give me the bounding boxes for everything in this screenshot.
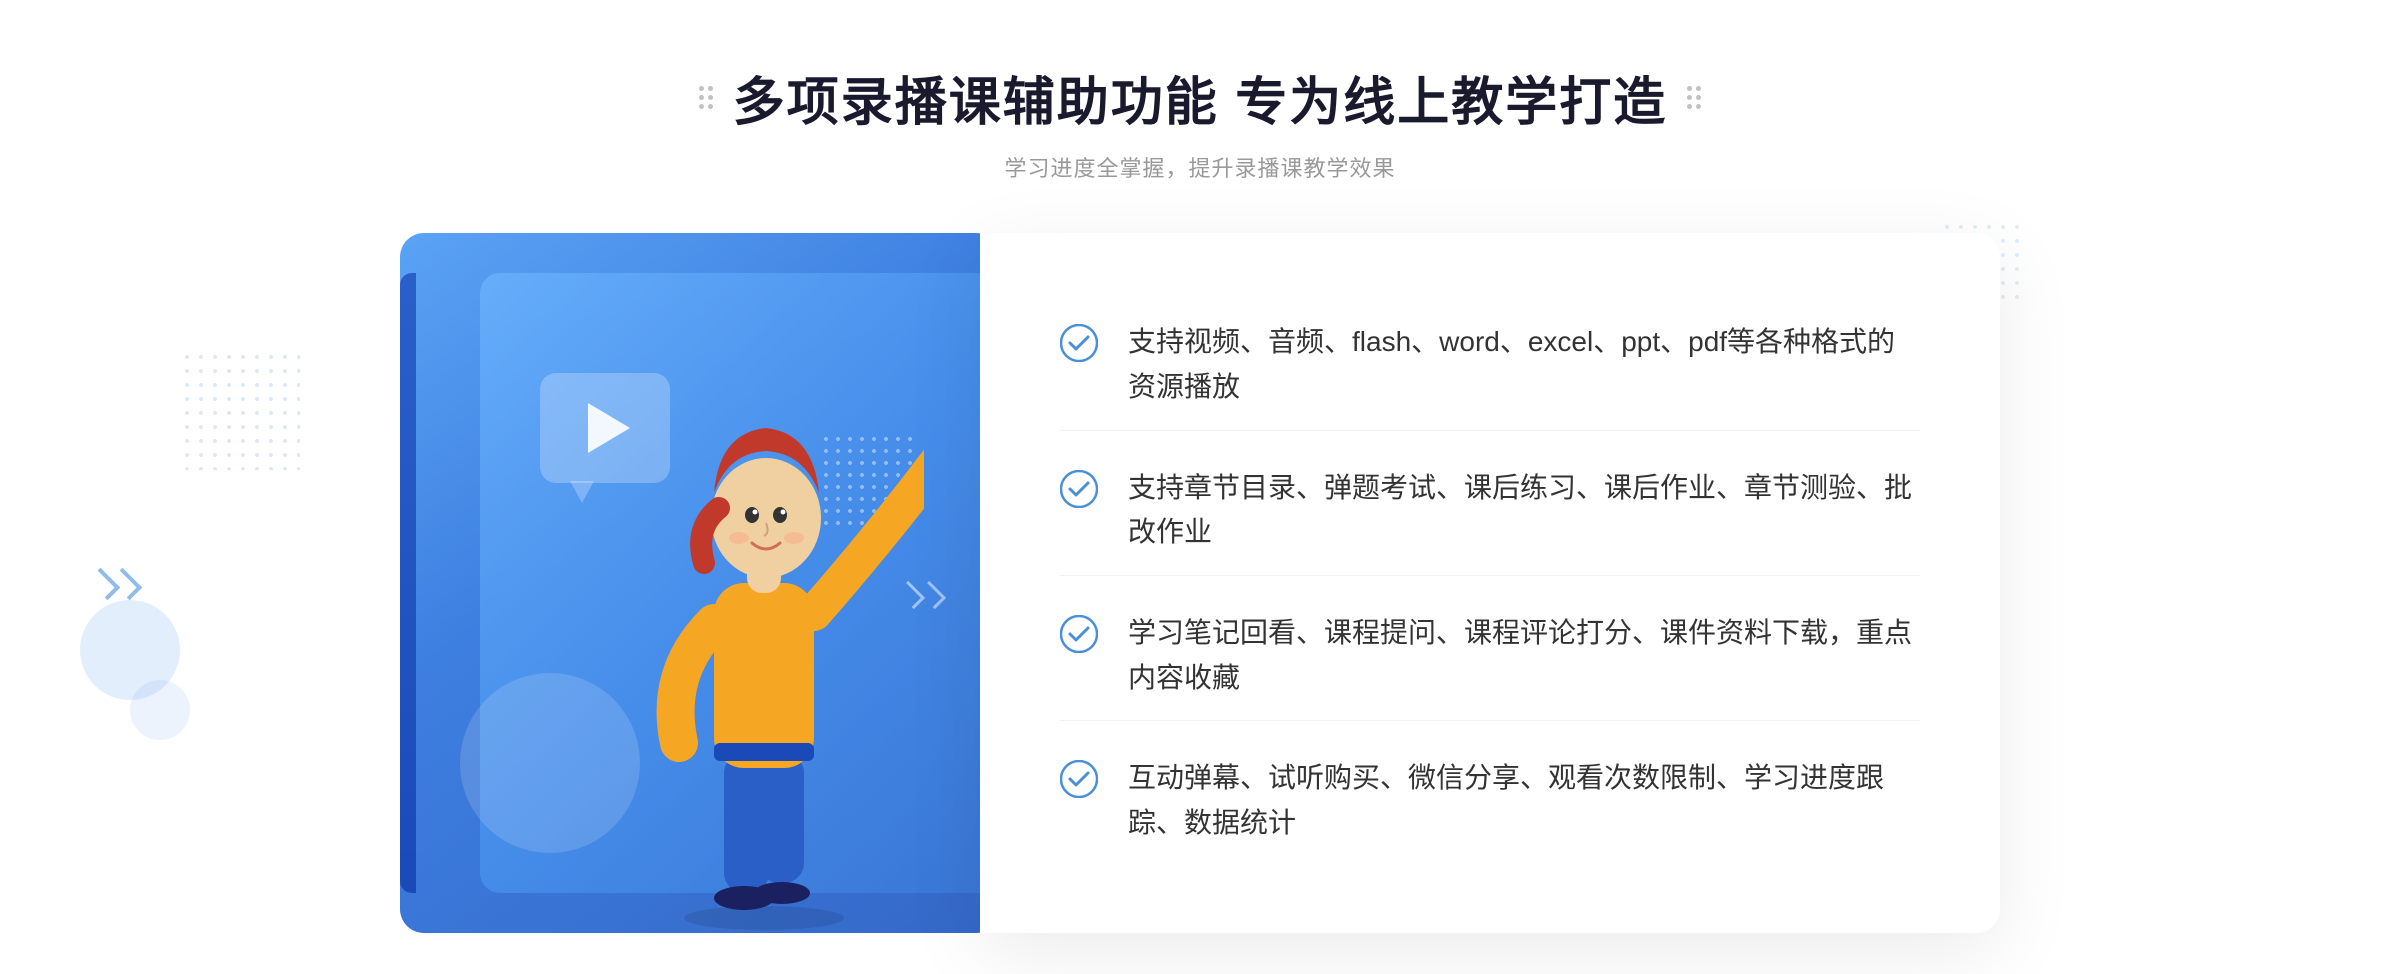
feature-item-2: 支持章节目录、弹题考试、课后练习、课后作业、章节测验、批改作业 (1060, 446, 1920, 577)
header-section: 多项录播课辅助功能 专为线上教学打造 学习进度全掌握，提升录播课教学效果 (699, 60, 1701, 183)
page-subtitle: 学习进度全掌握，提升录播课教学效果 (699, 151, 1701, 183)
check-icon-2 (1060, 470, 1098, 508)
chevrons-decoration (95, 570, 135, 598)
check-icon-3 (1060, 615, 1098, 653)
person-illustration (604, 353, 924, 933)
feature-item-3: 学习笔记回看、课程提问、课程评论打分、课件资料下载，重点内容收藏 (1060, 591, 1920, 722)
check-icon-1 (1060, 324, 1098, 362)
stripe-bar (400, 273, 416, 893)
page-title: 多项录播课辅助功能 专为线上教学打造 (733, 60, 1667, 135)
check-icon-4 (1060, 760, 1098, 798)
right-panel: 支持视频、音频、flash、word、excel、ppt、pdf等各种格式的资源… (980, 233, 2000, 933)
chevron-2 (110, 568, 143, 601)
title-row: 多项录播课辅助功能 专为线上教学打造 (699, 60, 1701, 135)
illustration-card (400, 233, 1000, 933)
feature-text-1: 支持视频、音频、flash、word、excel、ppt、pdf等各种格式的资源… (1128, 320, 1920, 410)
feature-item-4: 互动弹幕、试听购买、微信分享、观看次数限制、学习进度跟踪、数据统计 (1060, 736, 1920, 866)
feature-text-2: 支持章节目录、弹题考试、课后练习、课后作业、章节测验、批改作业 (1128, 466, 1920, 556)
decorative-dots-right-title (1687, 86, 1701, 109)
page-wrapper: 多项录播课辅助功能 专为线上教学打造 学习进度全掌握，提升录播课教学效果 (0, 0, 2400, 974)
circle-decoration-2 (130, 680, 190, 740)
feature-item-1: 支持视频、音频、flash、word、excel、ppt、pdf等各种格式的资源… (1060, 300, 1920, 431)
decorative-dots-left (180, 350, 300, 470)
decorative-dots-left-title (699, 86, 713, 109)
feature-text-3: 学习笔记回看、课程提问、课程评论打分、课件资料下载，重点内容收藏 (1128, 611, 1920, 701)
main-content: 支持视频、音频、flash、word、excel、ppt、pdf等各种格式的资源… (400, 233, 2000, 933)
feature-text-4: 互动弹幕、试听购买、微信分享、观看次数限制、学习进度跟踪、数据统计 (1128, 756, 1920, 846)
